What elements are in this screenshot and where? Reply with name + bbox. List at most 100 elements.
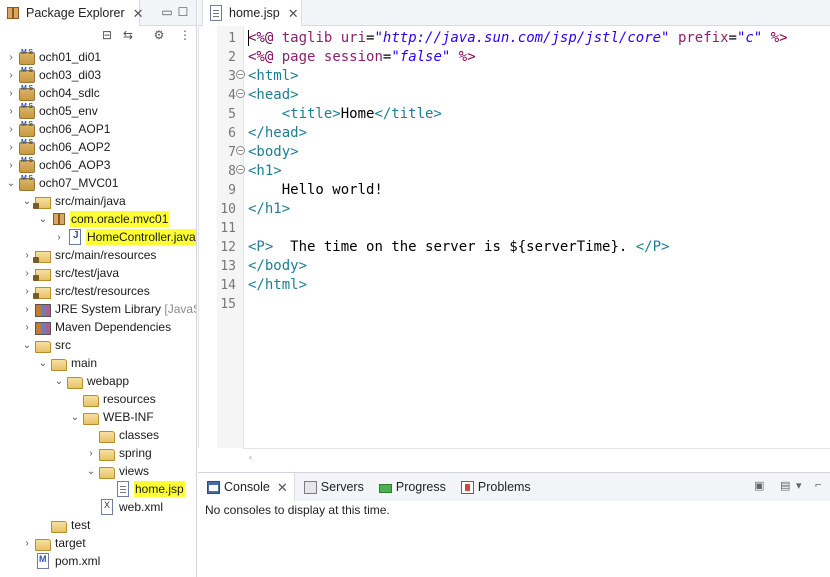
code-line[interactable]: 7− <body> xyxy=(199,143,830,162)
code-line[interactable]: 10 </h1> xyxy=(199,200,830,219)
tree-item-och05-env[interactable]: › och05_env xyxy=(0,102,196,120)
tree-item-target[interactable]: › target xyxy=(0,534,196,552)
tree-item-resources[interactable]: resources xyxy=(0,390,196,408)
tree-item-och07-mvc01[interactable]: ⌄ och07_MVC01 xyxy=(0,174,196,192)
tree-item-web-xml[interactable]: web.xml xyxy=(0,498,196,516)
chevron-right-icon[interactable]: › xyxy=(86,444,96,462)
code-editor[interactable]: 1 <%@ taglib uri="http://java.sun.com/jsp… xyxy=(198,26,830,448)
chevron-right-icon[interactable]: › xyxy=(6,84,16,102)
code-line[interactable]: 14 </html> xyxy=(199,276,830,295)
code-line[interactable]: 15 xyxy=(199,295,830,314)
tab-servers[interactable]: Servers xyxy=(295,473,370,501)
maximize-icon[interactable]: ☐ xyxy=(176,5,190,19)
tree-item-homecontroller-java[interactable]: › HomeController.java xyxy=(0,228,196,246)
fold-toggle-icon[interactable]: − xyxy=(236,146,245,155)
chevron-down-icon[interactable]: ⌄ xyxy=(6,174,16,192)
chevron-right-icon[interactable]: › xyxy=(6,48,16,66)
chevron-down-icon[interactable]: ⌄ xyxy=(22,336,32,354)
problems-icon xyxy=(460,480,474,494)
chevron-down-icon[interactable]: ⌄ xyxy=(22,192,32,210)
fold-toggle-icon[interactable]: − xyxy=(236,165,245,174)
tree-item-src-test-java[interactable]: › src/test/java xyxy=(0,264,196,282)
display-selected-console-icon[interactable]: ▤ xyxy=(780,479,794,493)
tree-item-och01-di01[interactable]: › och01_di01 xyxy=(0,48,196,66)
tree-item-jre-system-library[interactable]: › JRE System Library [JavaSE-1.6] xyxy=(0,300,196,318)
tree-item-maven-dependencies[interactable]: › Maven Dependencies xyxy=(0,318,196,336)
code-line[interactable]: 8− <h1> xyxy=(199,162,830,181)
tree-item-com-oracle-mvc01[interactable]: ⌄ com.oracle.mvc01 xyxy=(0,210,196,228)
pin-console-icon[interactable]: ⌐ xyxy=(815,479,829,493)
tree-item-och06-aop3[interactable]: › och06_AOP3 xyxy=(0,156,196,174)
code-line[interactable]: 5 <title>Home</title> xyxy=(199,105,830,124)
code-line[interactable]: 3− <html> xyxy=(199,67,830,86)
dropdown-icon[interactable]: ▾ xyxy=(796,479,810,493)
chevron-right-icon[interactable]: › xyxy=(54,228,64,246)
tree-item-och03-di03[interactable]: › och03_di03 xyxy=(0,66,196,84)
focus-icon[interactable]: ⚙ xyxy=(152,28,166,42)
tree-item-web-inf[interactable]: ⌄ WEB-INF xyxy=(0,408,196,426)
chevron-right-icon[interactable]: › xyxy=(6,156,16,174)
code-line[interactable]: 13 </body> xyxy=(199,257,830,276)
view-menu-icon[interactable]: ⋮ xyxy=(178,28,192,42)
chevron-right-icon[interactable]: › xyxy=(22,300,32,318)
code-line[interactable]: 11 xyxy=(199,219,830,238)
chevron-right-icon[interactable]: › xyxy=(22,246,32,264)
tree-item-src-main-resources[interactable]: › src/main/resources xyxy=(0,246,196,264)
link-with-editor-icon[interactable]: ⇆ xyxy=(121,28,135,42)
code-text: <P> The time on the server is ${serverTi… xyxy=(248,239,670,255)
close-icon[interactable]: ✕ xyxy=(288,7,299,20)
code-line[interactable]: 1 <%@ taglib uri="http://java.sun.com/jsp… xyxy=(199,29,830,48)
chevron-right-icon[interactable]: › xyxy=(6,102,16,120)
chevron-down-icon[interactable]: ⌄ xyxy=(38,210,48,228)
chevron-right-icon[interactable]: › xyxy=(22,534,32,552)
chevron-down-icon[interactable]: ⌄ xyxy=(54,372,64,390)
tree-item-src[interactable]: ⌄ src xyxy=(0,336,196,354)
code-line[interactable]: 9 Hello world! xyxy=(199,181,830,200)
editor-tab-home-jsp[interactable]: home.jsp ✕ xyxy=(202,0,302,26)
chevron-right-icon[interactable]: › xyxy=(6,138,16,156)
console-tabbar: Console ✕ Servers Progress Problems xyxy=(198,472,830,502)
package-explorer-title: Package Explorer xyxy=(26,6,125,20)
tab-label: Problems xyxy=(477,480,531,494)
chevron-right-icon[interactable]: › xyxy=(22,282,32,300)
close-icon[interactable]: ✕ xyxy=(133,7,144,20)
open-console-icon[interactable]: ▣ xyxy=(754,479,768,493)
tree-item-src-main-java[interactable]: ⌄ src/main/java xyxy=(0,192,196,210)
tree-item-classes[interactable]: classes xyxy=(0,426,196,444)
tree-item-label: JRE System Library [JavaSE-1.6] xyxy=(54,301,196,317)
tree-item-home-jsp[interactable]: home.jsp xyxy=(0,480,196,498)
minimize-icon[interactable]: ▭ xyxy=(160,5,174,19)
close-icon[interactable]: ✕ xyxy=(277,481,288,494)
tab-console[interactable]: Console ✕ xyxy=(198,472,295,502)
tree-item-och04-sdlc[interactable]: › och04_sdlc xyxy=(0,84,196,102)
chevron-right-icon[interactable]: › xyxy=(6,66,16,84)
tree-item-webapp[interactable]: ⌄ webapp xyxy=(0,372,196,390)
collapse-all-icon[interactable]: ⊟ xyxy=(100,28,114,42)
tree-item-src-test-resources[interactable]: › src/test/resources xyxy=(0,282,196,300)
chevron-down-icon[interactable]: ⌄ xyxy=(70,408,80,426)
tree-item-test[interactable]: test xyxy=(0,516,196,534)
chevron-right-icon[interactable]: › xyxy=(22,318,32,336)
tree-item-main[interactable]: ⌄ main xyxy=(0,354,196,372)
tab-progress[interactable]: Progress xyxy=(370,473,452,501)
package-explorer-tab[interactable]: Package Explorer ✕ xyxy=(0,0,144,26)
tree-item-och06-aop1[interactable]: › och06_AOP1 xyxy=(0,120,196,138)
chevron-right-icon[interactable]: › xyxy=(22,264,32,282)
chevron-down-icon[interactable]: ⌄ xyxy=(86,462,96,480)
code-line[interactable]: 2 <%@ page session="false" %> xyxy=(199,48,830,67)
fold-toggle-icon[interactable]: − xyxy=(236,70,245,79)
fold-toggle-icon[interactable]: − xyxy=(236,89,245,98)
code-line[interactable]: 6 </head> xyxy=(199,124,830,143)
tree-item-views[interactable]: ⌄ views xyxy=(0,462,196,480)
horizontal-scrollbar[interactable]: ‹ xyxy=(243,448,830,468)
tree-item-spring[interactable]: › spring xyxy=(0,444,196,462)
code-line[interactable]: 4− <head> xyxy=(199,86,830,105)
code-line[interactable]: 12 <P> The time on the server is ${server… xyxy=(199,238,830,257)
tab-problems[interactable]: Problems xyxy=(452,473,537,501)
tree-item-pom-xml[interactable]: pom.xml xyxy=(0,552,196,570)
folder-icon xyxy=(35,539,51,551)
chevron-right-icon[interactable]: › xyxy=(6,120,16,138)
tree-item-och06-aop2[interactable]: › och06_AOP2 xyxy=(0,138,196,156)
chevron-down-icon[interactable]: ⌄ xyxy=(38,354,48,372)
